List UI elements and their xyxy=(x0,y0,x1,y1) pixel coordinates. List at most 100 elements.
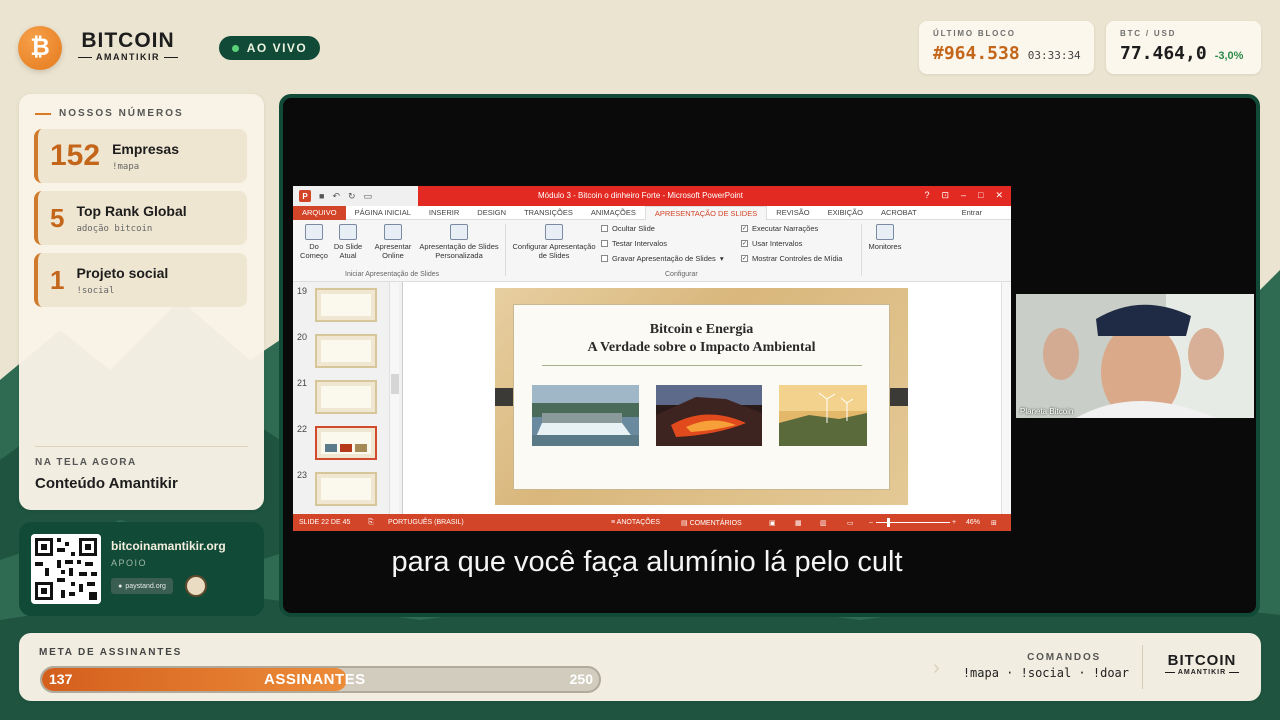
minimize-button[interactable]: – xyxy=(961,190,966,201)
btc-price-change: -3,0% xyxy=(1214,50,1244,62)
webcam-name-label: Planeta Bitcoin xyxy=(1020,407,1074,416)
fit-window-icon[interactable]: ⊞ xyxy=(991,519,997,527)
tab-file[interactable]: ARQUIVO xyxy=(293,205,346,220)
zoom-slider-knob[interactable] xyxy=(887,518,890,527)
tab-review[interactable]: REVISÃO xyxy=(767,206,818,220)
play-narrations-checkbox[interactable]: ✓ Executar Narrações xyxy=(741,224,818,233)
thumbnail-scrollbar[interactable] xyxy=(389,282,399,514)
brand-subtitle: AMANTIKIR xyxy=(1160,669,1244,676)
custom-show-icon xyxy=(450,224,468,240)
subscriber-label: ASSINANTES xyxy=(264,671,366,688)
number-value: 152 xyxy=(50,139,101,172)
slide-subtitle: A Verdade sobre o Impacto Ambiental xyxy=(587,340,816,355)
tab-insert[interactable]: INSERIR xyxy=(420,206,468,220)
ppt-quick-access: P ■ ↶ ↻ ▭ xyxy=(293,186,418,206)
btc-price-card: BTC / USD 77.464,0 -3,0% xyxy=(1106,21,1261,74)
help-button[interactable]: ? xyxy=(924,190,929,201)
tab-animations[interactable]: ANIMAÇÕES xyxy=(582,206,645,220)
current-slide[interactable]: Bitcoin e Energia A Verdade sobre o Impa… xyxy=(495,288,908,505)
show-media-controls-checkbox[interactable]: ✓ Mostrar Controles de Mídia xyxy=(741,254,842,263)
number-value: 5 xyxy=(50,202,65,233)
brand-name: BITCOIN xyxy=(81,29,175,52)
zoom-in-button[interactable]: + xyxy=(952,519,956,526)
number-card-rank: 5 Top Rank Global adoção bitcoin xyxy=(34,191,247,245)
ribbon-group-start: Iniciar Apresentação de Slides xyxy=(345,271,440,278)
tab-design[interactable]: DESIGN xyxy=(468,206,515,220)
stream-frame: P ■ ↶ ↻ ▭ Módulo 3 - Bitcoin o dinheiro … xyxy=(279,94,1260,617)
hide-slide-button[interactable]: Ocultar Slide xyxy=(601,224,655,233)
ppt-status-bar: SLIDE 22 DE 45 ⎘ PORTUGUÊS (BRASIL) ≡ AN… xyxy=(293,514,1011,531)
slide-content: Bitcoin e Energia A Verdade sobre o Impa… xyxy=(513,304,890,490)
monitor-icon xyxy=(876,224,894,240)
subscriber-goal: 250 xyxy=(569,671,593,687)
ppt-menu-bar: ARQUIVO PÁGINA INICIAL INSERIR DESIGN TR… xyxy=(293,205,1011,220)
ribbon-separator xyxy=(861,224,862,276)
rehearse-timings-button[interactable]: Testar Intervalos xyxy=(601,239,667,248)
thumbnail-item[interactable]: 21 xyxy=(297,376,397,414)
thumbnail-item[interactable]: 19 xyxy=(297,284,397,322)
redo-icon[interactable]: ↻ xyxy=(348,191,356,202)
normal-view-icon[interactable]: ▣ xyxy=(769,519,776,527)
slide-sorter-icon[interactable]: ▦ xyxy=(795,519,802,527)
number-card-companies: 152 Empresas !mapa xyxy=(34,129,247,183)
custom-show-button[interactable]: Apresentação de Slides Personalizada xyxy=(415,224,503,260)
zoom-out-button[interactable]: – xyxy=(869,519,873,526)
signin-link[interactable]: Entrar xyxy=(953,206,991,220)
save-icon[interactable]: ■ xyxy=(319,191,324,201)
now-playing-title: Conteúdo Amantikir xyxy=(35,475,178,492)
slideshow-icon xyxy=(339,224,357,240)
tab-transitions[interactable]: TRANSIÇÕES xyxy=(515,206,582,220)
notes-check-icon: ⎘ xyxy=(368,518,374,526)
partner-logo xyxy=(185,575,207,597)
thumbnail-item-selected[interactable]: 22 xyxy=(297,422,397,460)
last-block-label: ÚLTIMO BLOCO xyxy=(933,29,1016,38)
website-link[interactable]: bitcoinamantikir.org xyxy=(111,539,226,553)
tab-acrobat[interactable]: ACROBAT xyxy=(872,206,926,220)
thumbnail-item[interactable]: 20 xyxy=(297,330,397,368)
zoom-level[interactable]: 46% xyxy=(966,519,980,526)
slide-scrollbar[interactable] xyxy=(1001,282,1011,514)
live-dot-icon xyxy=(231,44,239,52)
from-start-button[interactable]: Do Começo xyxy=(295,224,333,260)
brand-logo: BITCOIN AMANTIKIR xyxy=(76,30,180,62)
setup-slideshow-button[interactable]: Configurar Apresentação de Slides xyxy=(509,224,599,260)
slideshow-icon xyxy=(305,224,323,240)
ppt-titlebar: P ■ ↶ ↻ ▭ Módulo 3 - Bitcoin o dinheiro … xyxy=(293,186,1011,206)
paystand-logo: ● paystand.org xyxy=(111,578,173,594)
slideshow-view-icon[interactable]: ▭ xyxy=(847,519,854,527)
use-timings-checkbox[interactable]: ✓ Usar Intervalos xyxy=(741,239,802,248)
commands-list: !mapa · !social · !doar xyxy=(962,666,1129,680)
tab-home[interactable]: PÁGINA INICIAL xyxy=(346,206,420,220)
support-label: APOIO xyxy=(111,558,148,568)
hide-slide-icon xyxy=(601,225,608,232)
notes-button[interactable]: ≡ ANOTAÇÕES xyxy=(611,519,660,526)
undo-icon[interactable]: ↶ xyxy=(332,191,340,202)
from-current-button[interactable]: Do Slide Atual xyxy=(331,224,365,260)
tab-view[interactable]: EXIBIÇÃO xyxy=(819,206,872,220)
brand-logo-small: BITCOIN AMANTIKIR xyxy=(1160,652,1244,676)
thumbnail-item[interactable]: 23 xyxy=(297,468,397,506)
divider xyxy=(1142,645,1143,689)
present-online-button[interactable]: Apresentar Online xyxy=(371,224,415,260)
close-button[interactable]: ✕ xyxy=(995,190,1003,201)
tab-slideshow[interactable]: APRESENTAÇÃO DE SLIDES xyxy=(644,205,768,220)
slide-divider xyxy=(542,365,862,366)
bottom-bar: META DE ASSINANTES 137 ASSINANTES 250 › … xyxy=(19,633,1261,701)
maximize-button[interactable]: □ xyxy=(978,190,983,201)
btc-price-value: 77.464,0 xyxy=(1120,43,1207,64)
subscriber-progress-bar: 137 ASSINANTES 250 xyxy=(40,666,601,693)
webcam-feed xyxy=(1016,294,1254,418)
monitors-button[interactable]: Monitores xyxy=(865,224,905,251)
reading-view-icon[interactable]: ▥ xyxy=(820,519,827,527)
chevron-right-icon: › xyxy=(933,657,940,679)
ppt-workspace: 19 20 21 22 23 Bitcoin e Energia A Verda… xyxy=(293,282,1011,514)
ribbon-display-button[interactable]: ⊡ xyxy=(941,190,949,201)
comments-button[interactable]: ▤ COMENTÁRIOS xyxy=(681,519,742,527)
bitcoin-logo-icon: ₿ xyxy=(18,26,62,70)
record-icon xyxy=(601,255,608,262)
language-status[interactable]: PORTUGUÊS (BRASIL) xyxy=(388,519,464,526)
goal-label: META DE ASSINANTES xyxy=(39,647,183,658)
present-icon[interactable]: ▭ xyxy=(364,191,373,202)
btc-price-label: BTC / USD xyxy=(1120,29,1177,38)
record-slideshow-button[interactable]: Gravar Apresentação de Slides ▾ xyxy=(601,254,724,263)
